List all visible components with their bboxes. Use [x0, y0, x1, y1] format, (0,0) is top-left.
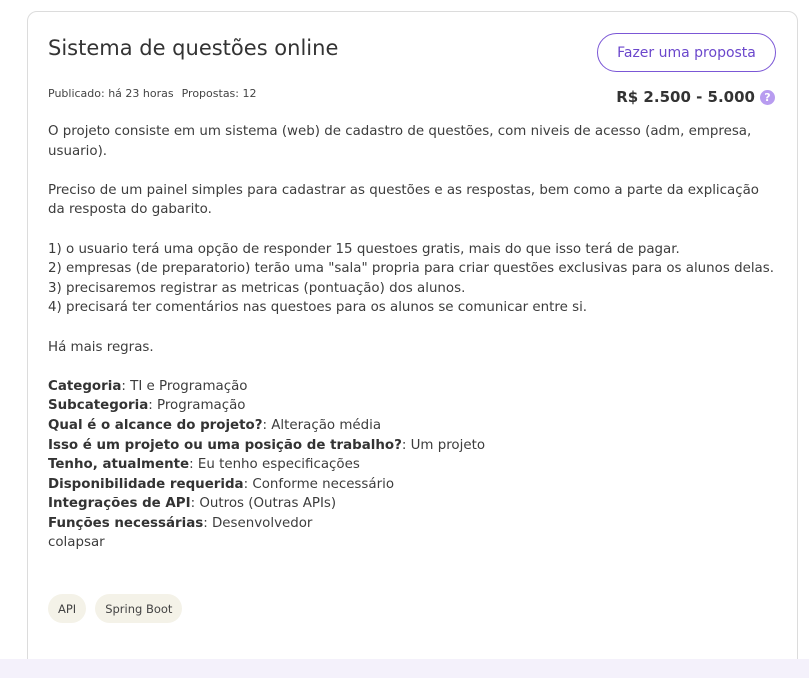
project-description: O projeto consiste em um sistema (web) d… — [48, 122, 778, 553]
description-paragraph: Preciso de um painel simples para cadast… — [48, 182, 759, 218]
budget-range: R$ 2.500 - 5.000 ? — [616, 88, 775, 106]
detail-key: Integrações de API — [48, 496, 191, 512]
description-paragraph: 4) precisará ter comentários nas questoe… — [48, 300, 588, 316]
skill-tag[interactable]: API — [48, 594, 87, 623]
detail-value: : Alteração média — [262, 417, 382, 433]
detail-key: Funções necessárias — [48, 515, 204, 531]
description-lines: O projeto consiste em um sistema (web) d… — [48, 122, 778, 377]
proposals-count: Propostas: 12 — [181, 87, 257, 100]
skill-tag[interactable]: Spring Boot — [95, 594, 183, 623]
detail-row: Categoria: TI e Programação — [48, 377, 778, 397]
description-paragraph: 1) o usuario terá uma opção de responder… — [48, 241, 680, 257]
detail-row: Tenho, atualmente: Eu tenho especificaçõ… — [48, 455, 778, 475]
detail-key: Categoria — [48, 378, 122, 394]
page-bottom-band — [0, 659, 809, 678]
make-proposal-button[interactable]: Fazer uma proposta — [597, 33, 776, 72]
price-value: R$ 2.500 - 5.000 — [616, 88, 755, 106]
project-meta: Publicado: há 23 horas Propostas: 12 — [48, 87, 257, 100]
project-details: Categoria: TI e Programação Subcategoria:… — [48, 377, 778, 534]
detail-key: Disponibilidade requerida — [48, 476, 244, 492]
published-time: Publicado: há 23 horas — [48, 87, 174, 100]
detail-key: Tenho, atualmente — [48, 457, 190, 473]
skill-tags: API Spring Boot — [48, 594, 183, 623]
detail-key: Subcategoria — [48, 398, 149, 414]
detail-value: : Desenvolvedor — [203, 515, 313, 531]
detail-row: Qual é o alcance do projeto?: Alteração … — [48, 416, 778, 436]
detail-row: Funções necessárias: Desenvolvedor — [48, 514, 778, 534]
detail-key: Qual é o alcance do projeto? — [48, 417, 263, 433]
project-card: Sistema de questões online Fazer uma pro… — [27, 11, 798, 671]
description-paragraph: 2) empresas (de preparatorio) terão uma … — [48, 261, 774, 277]
help-icon[interactable]: ? — [760, 89, 775, 105]
collapse-link[interactable]: colapsar — [48, 533, 778, 553]
description-paragraph: Há mais regras. — [48, 339, 154, 355]
detail-value: : TI e Programação — [121, 378, 248, 394]
detail-value: : Programação — [148, 398, 246, 414]
detail-value: : Eu tenho especificações — [189, 457, 360, 473]
detail-row: Disponibilidade requerida: Conforme nece… — [48, 475, 778, 495]
detail-row: Integrações de API: Outros (Outras APIs) — [48, 494, 778, 514]
detail-value: : Conforme necessário — [243, 476, 395, 492]
description-paragraph: O projeto consiste em um sistema (web) d… — [48, 124, 752, 159]
detail-row: Subcategoria: Programação — [48, 396, 778, 416]
description-paragraph: 3) precisaremos registrar as metricas (p… — [48, 280, 466, 296]
detail-row: Isso é um projeto ou uma posição de trab… — [48, 436, 778, 456]
detail-key: Isso é um projeto ou uma posição de trab… — [48, 437, 402, 453]
project-title[interactable]: Sistema de questões online — [48, 36, 338, 60]
detail-value: : Um projeto — [401, 437, 486, 453]
detail-value: : Outros (Outras APIs) — [190, 496, 337, 512]
